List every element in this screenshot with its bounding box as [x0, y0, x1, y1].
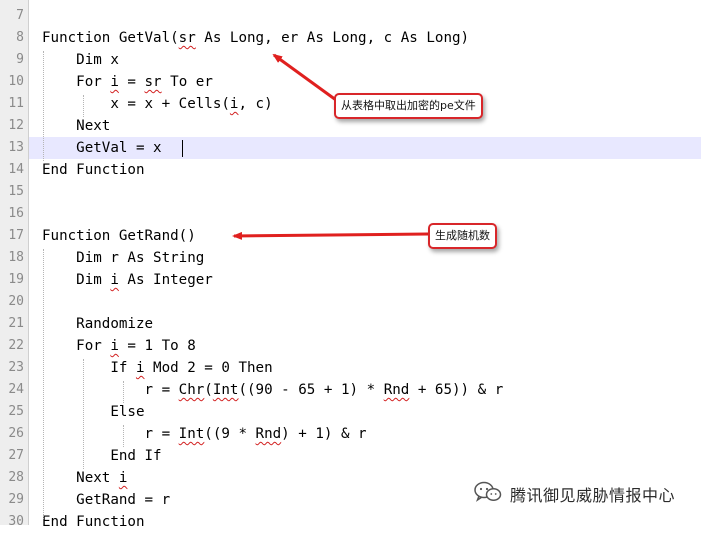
indent-guide — [83, 359, 84, 469]
line-number: 20 — [8, 294, 24, 309]
code-line[interactable]: End Function — [42, 511, 145, 533]
code-line[interactable]: Next — [42, 115, 110, 137]
code-line[interactable]: Dim r As String — [42, 247, 204, 269]
watermark: 腾讯御见威胁情报中心 — [474, 481, 675, 507]
code-line[interactable]: Next i — [42, 467, 127, 489]
wechat-icon — [474, 481, 502, 507]
code-line[interactable]: End Function — [42, 159, 145, 181]
line-number: 23 — [8, 360, 24, 375]
getrand-callout: 生成随机数 — [428, 223, 497, 249]
line-number: 18 — [8, 250, 24, 265]
code-line[interactable]: Dim x — [42, 49, 119, 71]
line-number: 28 — [8, 470, 24, 485]
line-number: 24 — [8, 382, 24, 397]
line-number: 16 — [8, 206, 24, 221]
line-number: 26 — [8, 426, 24, 441]
code-line[interactable]: End If — [42, 445, 161, 467]
line-number: 9 — [16, 52, 24, 67]
watermark-text: 腾讯御见威胁情报中心 — [510, 486, 676, 505]
code-line[interactable]: GetRand = r — [42, 489, 170, 511]
getval-callout: 从表格中取出加密的pe文件 — [334, 93, 483, 119]
code-line[interactable]: r = Chr(Int((90 - 65 + 1) * Rnd + 65)) &… — [42, 379, 503, 401]
line-number: 13 — [8, 140, 24, 155]
line-number: 30 — [8, 514, 24, 529]
code-line[interactable]: Dim i As Integer — [42, 269, 213, 291]
code-line[interactable]: Function GetRand() — [42, 225, 196, 247]
line-number: 21 — [8, 316, 24, 331]
line-number: 27 — [8, 448, 24, 463]
code-line[interactable]: For i = sr To er — [42, 71, 213, 93]
line-number: 25 — [8, 404, 24, 419]
line-number: 12 — [8, 118, 24, 133]
code-line[interactable]: x = x + Cells(i, c) — [42, 93, 272, 115]
code-line[interactable]: Else — [42, 401, 144, 423]
line-number: 7 — [16, 8, 24, 23]
code-line[interactable]: r = Int((9 * Rnd) + 1) & r — [42, 423, 366, 445]
line-number: 15 — [8, 184, 24, 199]
indent-guide — [123, 381, 124, 403]
code-line[interactable]: For i = 1 To 8 — [42, 335, 196, 357]
line-number: 10 — [8, 74, 24, 89]
indent-guide — [43, 249, 44, 519]
code-line[interactable]: GetVal = x — [42, 137, 161, 159]
line-number: 19 — [8, 272, 24, 287]
text-cursor — [182, 140, 183, 157]
line-number: 8 — [16, 30, 24, 45]
line-number: 29 — [8, 492, 24, 507]
line-number: 22 — [8, 338, 24, 353]
code-line[interactable]: Function GetVal(sr As Long, er As Long, … — [42, 27, 469, 49]
line-number: 11 — [8, 96, 24, 111]
code-line[interactable]: Randomize — [42, 313, 153, 335]
indent-guide — [123, 425, 124, 447]
line-number-gutter: 7 8 9 10 11 12 13 14 15 16 17 18 19 20 21 22 23 24 25 26 27 2… — [0, 0, 29, 529]
code-line[interactable]: If i Mod 2 = 0 Then — [42, 357, 272, 379]
line-number: 14 — [8, 162, 24, 177]
indent-guide — [43, 51, 44, 161]
code-editor[interactable]: 7 8 9 10 11 12 13 14 15 16 17 18 19 20 21 22 23 24 25 26 27 2… — [0, 0, 701, 530]
line-number: 17 — [8, 228, 24, 243]
indent-guide — [83, 95, 84, 117]
